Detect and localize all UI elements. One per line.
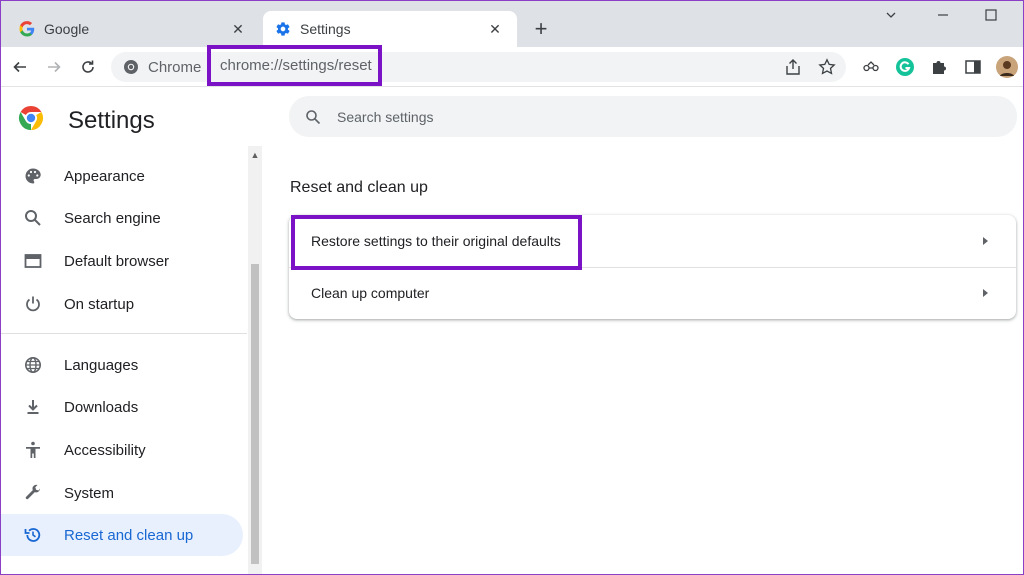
new-tab-button[interactable]: +: [529, 16, 553, 41]
sidebar-item-default-browser[interactable]: Default browser: [1, 240, 243, 282]
google-icon: [19, 21, 35, 37]
chrome-logo-icon: [123, 59, 139, 75]
page-title: Settings: [68, 106, 155, 134]
search-icon: [305, 109, 321, 125]
maximize-icon[interactable]: [981, 5, 1001, 25]
grammarly-icon[interactable]: [893, 55, 917, 79]
sidebar-item-search-engine[interactable]: Search engine: [1, 197, 243, 239]
power-icon: [23, 294, 43, 314]
arrow-right-icon: [983, 237, 988, 245]
sidebar-item-label: System: [64, 484, 115, 502]
sidebar-item-label: Downloads: [64, 398, 139, 416]
history-reset-icon: [23, 525, 43, 545]
wrench-icon: [23, 483, 43, 503]
sidebar-item-label: Accessibility: [64, 441, 146, 459]
forward-arrow-icon[interactable]: [42, 55, 66, 79]
row-label: Clean up computer: [311, 285, 430, 301]
sidebar-item-label: Appearance: [64, 167, 145, 185]
sidebar-item-on-startup[interactable]: On startup: [1, 283, 243, 325]
globe-icon: [23, 355, 43, 375]
sidebar-item-label: Default browser: [64, 252, 170, 270]
url-text[interactable]: chrome://settings/reset: [207, 45, 382, 86]
sidebar-header: Settings: [18, 105, 155, 136]
minimize-icon[interactable]: [933, 5, 953, 25]
sidebar: Settings Appearance Search engine Defaul…: [1, 88, 262, 574]
star-icon[interactable]: [815, 55, 839, 79]
sidebar-item-label: Languages: [64, 356, 139, 374]
clean-up-computer-row[interactable]: Clean up computer: [289, 267, 1016, 319]
sidebar-item-label: Search engine: [64, 209, 161, 227]
scroll-up-arrow-icon[interactable]: ▲: [250, 150, 260, 160]
toolbar: Chrome: [1, 47, 1023, 87]
close-icon[interactable]: ✕: [485, 19, 505, 39]
download-icon: [23, 397, 43, 417]
tab-title: Settings: [300, 21, 351, 37]
share-icon[interactable]: [781, 55, 805, 79]
chrome-logo-icon: [18, 105, 44, 136]
highlight-box: [291, 215, 582, 270]
palette-icon: [23, 166, 43, 186]
sidebar-item-accessibility[interactable]: Accessibility: [1, 429, 243, 471]
arrow-right-icon: [983, 289, 988, 297]
reload-icon[interactable]: [76, 55, 100, 79]
sidebar-item-label: Reset and clean up: [64, 526, 194, 544]
back-arrow-icon[interactable]: [8, 55, 32, 79]
sidebar-item-languages[interactable]: Languages: [1, 344, 243, 386]
search-input[interactable]: [337, 108, 937, 125]
side-panel-icon[interactable]: [961, 55, 985, 79]
tab-title: Google: [44, 21, 90, 37]
gear-icon: [275, 21, 291, 37]
sidebar-item-appearance[interactable]: Appearance: [1, 155, 243, 197]
tab-strip: Google ✕ Settings ✕ +: [1, 1, 1023, 47]
search-bar[interactable]: [289, 96, 1017, 137]
chevron-down-icon[interactable]: [881, 5, 901, 25]
chrome-chip[interactable]: Chrome: [123, 58, 202, 76]
divider: [1, 333, 247, 334]
scrollbar[interactable]: ▲: [248, 146, 262, 574]
close-icon[interactable]: ✕: [228, 19, 248, 39]
accessibility-icon: [23, 440, 43, 460]
sidebar-item-system[interactable]: System: [1, 472, 243, 514]
avatar[interactable]: [995, 55, 1019, 79]
puzzle-icon[interactable]: [927, 55, 951, 79]
tab-google[interactable]: Google ✕: [15, 11, 260, 47]
tab-settings[interactable]: Settings ✕: [263, 11, 517, 47]
sidebar-item-reset-and-clean-up[interactable]: Reset and clean up: [1, 514, 243, 556]
chrome-label: Chrome: [148, 58, 202, 76]
sidebar-item-label: On startup: [64, 295, 135, 313]
sidebar-item-downloads[interactable]: Downloads: [1, 386, 243, 428]
browser-icon: [23, 251, 43, 271]
section-title: Reset and clean up: [290, 179, 428, 196]
scroll-thumb[interactable]: [251, 264, 259, 564]
search-icon: [23, 208, 43, 228]
extension-link-icon[interactable]: [859, 55, 883, 79]
